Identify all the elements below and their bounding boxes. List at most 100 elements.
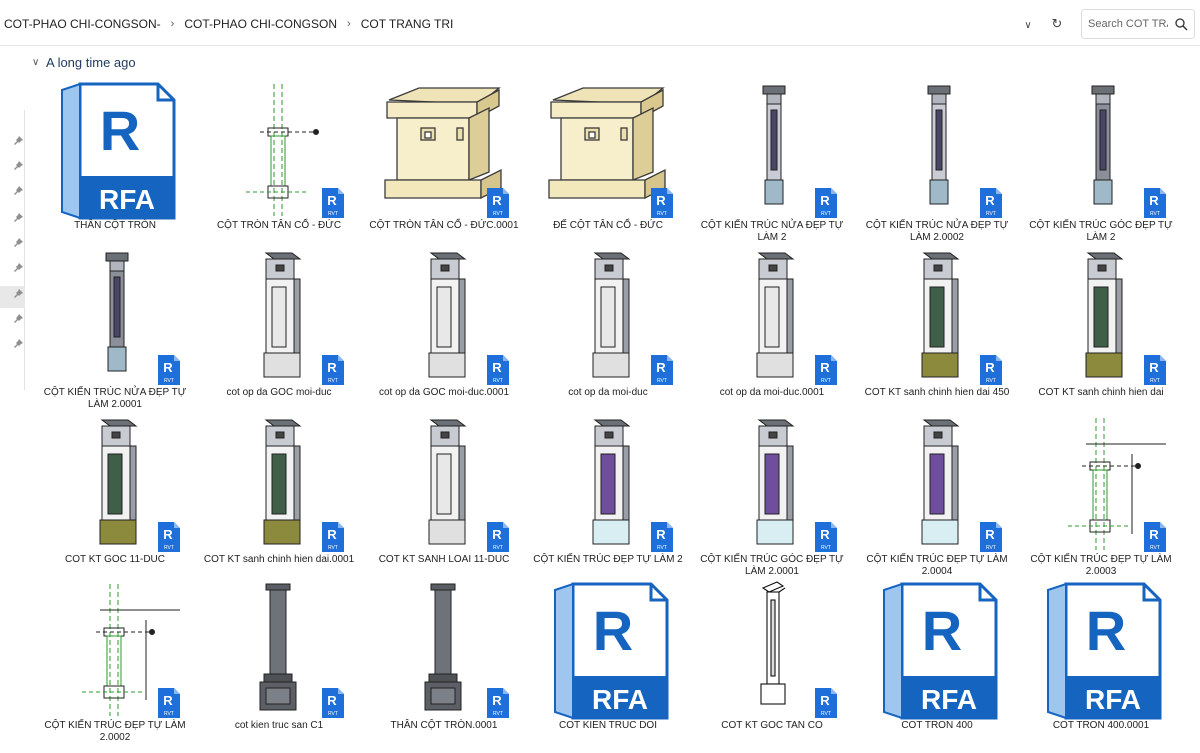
file-item[interactable]: R RVT COT KT GOC TAN CO [692, 580, 852, 745]
file-name-label: COT KIEN TRUC DOI [559, 720, 657, 731]
file-item[interactable]: R RFA THÂN CỘT TRÒN [35, 80, 195, 245]
breadcrumb-item-parent[interactable]: COT-PHAO CHI-CONGSON [180, 17, 341, 31]
file-item[interactable]: R RFA COT TRON 400.0001 [1021, 580, 1181, 745]
file-name-label: COT KT sanh chinh hien dai 450 [864, 387, 1010, 398]
file-item[interactable]: R RVT cot kien truc san C1 [199, 580, 359, 745]
file-item[interactable]: R RVT CỘT TRÒN TÂN CỔ - ĐỨC.0001 [364, 80, 524, 245]
file-item[interactable]: R RVT COT KT GOC 11-DUC [35, 414, 195, 579]
pin-icon [13, 338, 23, 348]
chevron-down-icon[interactable]: ∨ [1020, 17, 1036, 33]
file-item[interactable]: R RVT cot op da moi-duc [528, 247, 688, 412]
svg-text:R: R [820, 527, 830, 542]
file-item[interactable]: R RVT THÂN CỘT TRÒN.0001 [364, 580, 524, 745]
file-item[interactable]: R RVT cot op da GOC moi-duc [199, 247, 359, 412]
family-thumbnail-icon: R RVT [1068, 418, 1166, 552]
svg-text:R: R [1149, 360, 1159, 375]
file-name-label: CỘT KIẾN TRÚC NỬA ĐẸP TỰ LÀM 2 [700, 220, 844, 243]
family-thumbnail-icon: R RVT [548, 87, 673, 218]
svg-text:R: R [492, 693, 502, 708]
refresh-icon[interactable]: ↻ [1048, 15, 1066, 33]
file-name-label: cot op da GOC moi-duc.0001 [378, 387, 510, 398]
file-item[interactable]: R RVT COT KT sanh chinh hien dai 450 [857, 247, 1017, 412]
family-thumbnail-icon: R RVT [105, 252, 180, 385]
file-item[interactable]: R RVT CỘT KIẾN TRÚC ĐẸP TỰ LÀM 2.0004 [857, 414, 1017, 579]
svg-text:RVT: RVT [986, 545, 996, 551]
search-input[interactable] [1088, 18, 1168, 30]
pin-icon [13, 212, 23, 222]
family-thumbnail-icon: R RVT [762, 85, 837, 218]
file-name-label: CỘT TRÒN TÂN CỔ - ĐỨC.0001 [369, 220, 519, 231]
pin-icon [13, 135, 23, 145]
file-item[interactable]: R RVT CỘT KIẾN TRÚC NỬA ĐẸP TỰ LÀM 2.000… [857, 80, 1017, 245]
svg-text:RVT: RVT [493, 545, 503, 551]
svg-text:R: R [820, 693, 830, 708]
file-item[interactable]: R RFA COT TRON 400 [857, 580, 1017, 745]
svg-text:RVT: RVT [821, 211, 831, 217]
svg-text:RVT: RVT [986, 378, 996, 384]
family-thumbnail-icon: R RVT [592, 252, 673, 385]
file-name-label: CỘT KIẾN TRÚC ĐẸP TỰ LÀM 2.0004 [866, 554, 1008, 577]
chevron-down-icon[interactable]: ∨ [32, 57, 42, 68]
svg-text:R: R [327, 193, 337, 208]
file-item[interactable]: R RVT COT KT sanh chinh hien dai.0001 [199, 414, 359, 579]
svg-text:R: R [327, 693, 337, 708]
family-thumbnail-icon: R RVT [1085, 252, 1166, 385]
breadcrumb-item-current[interactable]: COT TRANG TRI [357, 17, 458, 31]
svg-text:R: R [985, 193, 995, 208]
family-thumbnail-icon: R RVT [259, 583, 344, 718]
svg-text:R: R [820, 360, 830, 375]
file-name-label: COT TRON 400 [901, 720, 973, 731]
svg-text:RVT: RVT [493, 711, 503, 717]
family-thumbnail-icon: R RVT [592, 419, 673, 552]
pin-icon [13, 313, 23, 323]
search-box[interactable] [1081, 9, 1195, 39]
breadcrumb: COT-PHAO CHI-CONGSON- › COT-PHAO CHI-CON… [0, 9, 1075, 39]
rfa-file-icon: R RFA [554, 582, 669, 720]
family-thumbnail-icon: R RVT [246, 84, 344, 218]
svg-text:RVT: RVT [1150, 211, 1160, 217]
family-thumbnail-icon: R RVT [756, 252, 837, 385]
group-header[interactable]: ∨ A long time ago [32, 53, 136, 71]
file-item[interactable]: R RVT CỘT KIẾN TRÚC ĐẸP TỰ LÀM 2.0002 [35, 580, 195, 745]
search-icon[interactable] [1174, 17, 1188, 31]
navigation-pane [0, 110, 25, 390]
file-item[interactable]: R RVT CỘT KIẾN TRÚC ĐẸP TỰ LÀM 2.0003 [1021, 414, 1181, 579]
family-thumbnail-icon: R RVT [263, 419, 344, 552]
file-item[interactable]: R RVT COT KT SANH LOAI 11-DUC [364, 414, 524, 579]
address-bar: COT-PHAO CHI-CONGSON- › COT-PHAO CHI-CON… [0, 0, 1200, 46]
svg-text:RVT: RVT [328, 711, 338, 717]
file-item[interactable]: R RVT CỘT KIẾN TRÚC GÓC ĐẸP TỰ LÀM 2.000… [692, 414, 852, 579]
file-name-label: COT KT SANH LOAI 11-DUC [378, 554, 510, 565]
pin-icon [13, 262, 23, 272]
pin-icon [13, 160, 23, 170]
file-item[interactable]: R RVT cot op da GOC moi-duc.0001 [364, 247, 524, 412]
pin-icon [13, 185, 23, 195]
svg-text:RVT: RVT [821, 711, 831, 717]
svg-text:R: R [985, 360, 995, 375]
svg-text:RVT: RVT [164, 378, 174, 384]
rfa-file-icon: R RFA [883, 582, 998, 720]
svg-text:RVT: RVT [657, 211, 667, 217]
file-item[interactable]: R RFA COT KIEN TRUC DOI [528, 580, 688, 745]
file-item[interactable]: R RVT ĐẾ CỘT TÂN CỔ - ĐỨC [528, 80, 688, 245]
family-thumbnail-icon: R RVT [921, 252, 1002, 385]
rfa-file-icon: R RFA [1047, 582, 1162, 720]
svg-text:R: R [1149, 527, 1159, 542]
family-thumbnail-icon: R RVT [428, 252, 509, 385]
file-item[interactable]: R RVT CỘT TRÒN TÂN CỔ - ĐỨC [199, 80, 359, 245]
file-item[interactable]: R RVT COT KT sanh chinh hien dai [1021, 247, 1181, 412]
svg-text:RVT: RVT [821, 378, 831, 384]
file-item[interactable]: R RVT CỘT KIẾN TRÚC ĐẸP TỰ LÀM 2 [528, 414, 688, 579]
family-thumbnail-icon: R RVT [384, 87, 509, 218]
file-item[interactable]: R RVT cot op da moi-duc.0001 [692, 247, 852, 412]
file-item[interactable]: R RVT CỘT KIẾN TRÚC NỬA ĐẸP TỰ LÀM 2 [692, 80, 852, 245]
file-item[interactable]: R RVT CỘT KIẾN TRÚC GÓC ĐẸP TỰ LÀM 2 [1021, 80, 1181, 245]
svg-text:R: R [163, 360, 173, 375]
svg-text:RVT: RVT [986, 211, 996, 217]
breadcrumb-item-root[interactable]: COT-PHAO CHI-CONGSON- [0, 17, 165, 31]
svg-text:R: R [656, 527, 666, 542]
file-name-label: CỘT KIẾN TRÚC ĐẸP TỰ LÀM 2.0003 [1030, 554, 1172, 577]
pin-icon [13, 237, 23, 247]
svg-text:R: R [922, 599, 962, 662]
file-item[interactable]: R RVT CỘT KIẾN TRÚC NỬA ĐẸP TỰ LÀM 2.000… [35, 247, 195, 412]
